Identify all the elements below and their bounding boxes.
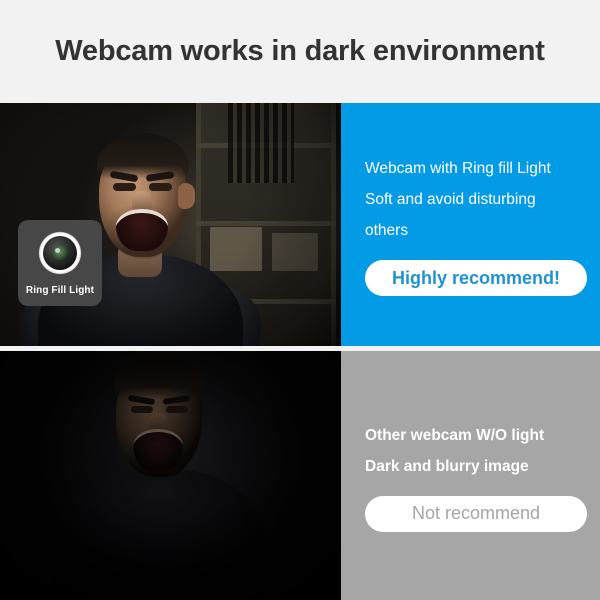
video-preview-lit: Ring Fill Light <box>0 103 341 346</box>
panel-line: Dark and blurry image <box>365 457 529 475</box>
panel-with-light: Webcam with Ring fill Light Soft and avo… <box>341 103 600 346</box>
comparison-row-without-light: Other webcam W/O light Dark and blurry i… <box>0 351 600 600</box>
ring-light-webcam-icon <box>32 225 88 281</box>
background-blinds <box>228 103 294 183</box>
panel-line: Other webcam W/O light <box>365 426 545 444</box>
scene-background-dark <box>0 351 341 600</box>
header: Webcam works in dark environment <box>0 0 600 103</box>
not-recommend-badge: Not recommend <box>365 495 587 532</box>
highly-recommend-badge: Highly recommend! <box>365 260 587 296</box>
product-comparison-banner: Webcam works in dark environment Ring Fi… <box>0 0 600 600</box>
page-title: Webcam works in dark environment <box>55 35 545 67</box>
panel-line: others <box>365 222 409 239</box>
video-preview-dark <box>0 351 341 600</box>
comparison-row-with-light: Ring Fill Light Webcam with Ring fill Li… <box>0 103 600 346</box>
panel-line: Webcam with Ring fill Light <box>365 160 551 177</box>
product-badge: Ring Fill Light <box>18 220 102 306</box>
panel-without-light: Other webcam W/O light Dark and blurry i… <box>341 351 600 600</box>
product-badge-label: Ring Fill Light <box>25 285 95 296</box>
panel-line: Soft and avoid disturbing <box>365 191 536 208</box>
